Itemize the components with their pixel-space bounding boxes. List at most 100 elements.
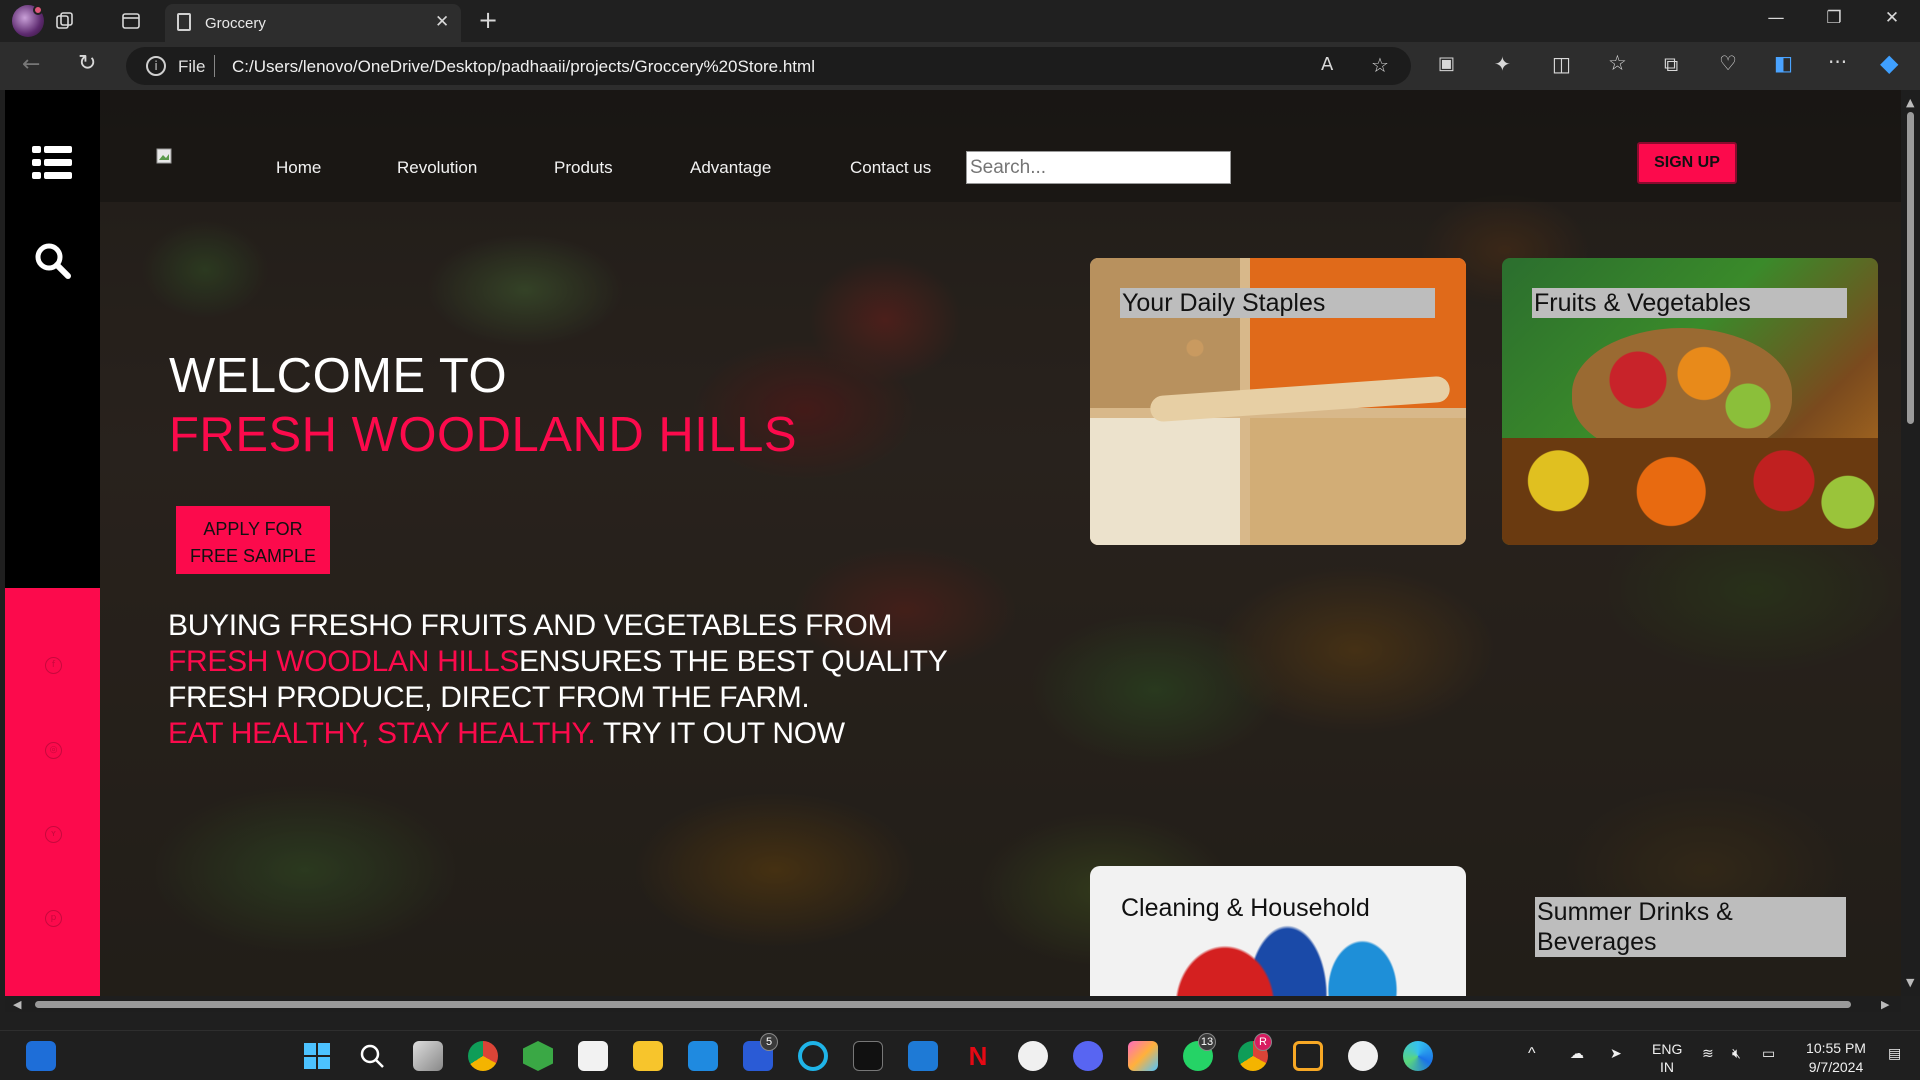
menu-list-icon[interactable] — [32, 146, 72, 179]
horizontal-scrollbar[interactable]: ◀ ▶ — [5, 996, 1901, 1012]
info-icon[interactable]: i — [146, 56, 166, 76]
location-icon[interactable]: ➤ — [1610, 1045, 1622, 1062]
read-aloud-icon[interactable]: A — [1321, 56, 1333, 74]
pinterest-icon[interactable]: p — [45, 910, 62, 927]
nav-products[interactable]: Produts — [554, 158, 613, 178]
vertical-tabs-icon[interactable] — [120, 10, 142, 32]
apply-line-2: FREE SAMPLE — [189, 546, 317, 566]
scroll-right-icon[interactable]: ▶ — [1881, 998, 1889, 1011]
notifications-icon[interactable]: ▤ — [1888, 1045, 1901, 1062]
signup-button[interactable]: SIGN UP — [1637, 142, 1737, 184]
taskbar-search-icon[interactable] — [357, 1041, 387, 1071]
broken-logo-image[interactable] — [156, 148, 172, 164]
horizontal-scroll-thumb[interactable] — [35, 1001, 1851, 1008]
store-icon[interactable] — [578, 1041, 608, 1071]
github-icon[interactable] — [1348, 1041, 1378, 1071]
fruit-pile-image — [1502, 438, 1878, 545]
lang-bottom[interactable]: IN — [1652, 1059, 1682, 1075]
vscode-icon[interactable] — [908, 1041, 938, 1071]
vertical-scrollbar[interactable]: ▲ ▼ — [1901, 90, 1920, 996]
search-icon[interactable] — [34, 242, 72, 280]
instagram-icon[interactable]: ◎ — [45, 742, 62, 759]
app-store-icon[interactable] — [1018, 1041, 1048, 1071]
extensions-icon[interactable]: ✦ — [1494, 54, 1511, 74]
workspaces-icon[interactable] — [54, 10, 76, 32]
windows-taskbar: 5 N 13 R ^ ☁ ➤ ENG IN ≋ 🔇︎ ▭ 10:55 PM 9/… — [0, 1030, 1920, 1080]
blurb-cta: TRY IT OUT NOW — [595, 717, 845, 750]
widgets-icon[interactable] — [26, 1041, 56, 1071]
task-view-icon[interactable] — [413, 1041, 443, 1071]
browser-essentials-icon[interactable]: ♡ — [1719, 53, 1737, 73]
hero-brand: FRESH WOODLAND HILLS — [169, 408, 798, 462]
blurb-line-4: EAT HEALTHY, STAY HEALTHY. TRY IT OUT NO… — [168, 716, 948, 752]
apply-line-1: APPLY FOR — [203, 519, 303, 539]
favorites-icon[interactable]: ☆ — [1608, 53, 1627, 74]
terminal-icon[interactable] — [853, 1041, 883, 1071]
drinks-label[interactable]: Summer Drinks & Beverages — [1535, 897, 1846, 957]
active-tab[interactable]: Groccery ✕ — [165, 4, 461, 42]
url-text[interactable]: C:/Users/lenovo/OneDrive/Desktop/padhaai… — [232, 57, 815, 77]
lang-top[interactable]: ENG — [1652, 1041, 1682, 1057]
category-card-staples[interactable]: Your Daily Staples — [1090, 258, 1466, 545]
category-card-fruits[interactable]: Fruits & Vegetables — [1502, 258, 1878, 545]
close-tab-icon[interactable]: ✕ — [435, 14, 449, 31]
nav-advantage[interactable]: Advantage — [690, 158, 771, 178]
battery-icon[interactable]: ▭ — [1762, 1045, 1775, 1062]
tab-title: Groccery — [205, 15, 266, 32]
favorite-star-icon[interactable]: ☆ — [1371, 55, 1389, 75]
copilot-taskbar-icon[interactable] — [1128, 1041, 1158, 1071]
hero-welcome: WELCOME TO — [169, 349, 508, 403]
edge-bar-icon[interactable]: ◧ — [1774, 53, 1793, 73]
social-sidebar: f ◎ ʏ p — [5, 588, 100, 996]
cortana-icon[interactable] — [798, 1041, 828, 1071]
clock-time[interactable]: 10:55 PM — [1796, 1040, 1876, 1056]
refresh-icon[interactable]: ↻ — [78, 53, 96, 75]
collections-icon[interactable]: ▣ — [1438, 55, 1455, 73]
netflix-icon[interactable]: N — [963, 1041, 993, 1071]
scroll-up-icon[interactable]: ▲ — [1906, 96, 1914, 109]
more-menu-icon[interactable]: ··· — [1828, 52, 1847, 72]
onedrive-icon[interactable]: ☁ — [1570, 1045, 1584, 1062]
hexagon-app-icon[interactable] — [523, 1041, 553, 1071]
discord-icon[interactable] — [1073, 1041, 1103, 1071]
apply-free-sample-button[interactable]: APPLY FOR FREE SAMPLE — [176, 506, 330, 574]
nav-revolution[interactable]: Revolution — [397, 158, 477, 178]
close-window-icon[interactable]: ✕ — [1872, 8, 1912, 34]
split-screen-icon[interactable]: ◫ — [1552, 54, 1571, 74]
file-explorer-icon[interactable] — [633, 1041, 663, 1071]
blurb-quality: ENSURES THE BEST QUALITY — [519, 645, 948, 678]
blurb-line-1: BUYING FRESHO FRUITS AND VEGETABLES FROM — [168, 609, 893, 642]
facebook-icon[interactable]: f — [45, 657, 62, 674]
start-icon[interactable] — [302, 1041, 332, 1071]
address-bar[interactable]: i File C:/Users/lenovo/OneDrive/Desktop/… — [126, 47, 1411, 85]
window-app-icon[interactable] — [1293, 1041, 1323, 1071]
back-icon[interactable]: ← — [22, 54, 40, 76]
restore-icon[interactable]: ❐ — [1814, 8, 1854, 34]
search-input[interactable] — [966, 151, 1231, 184]
volume-muted-icon[interactable]: 🔇︎ — [1732, 1045, 1741, 1062]
staples-label: Your Daily Staples — [1120, 288, 1435, 318]
tray-chevron-icon[interactable]: ^ — [1528, 1045, 1536, 1063]
category-card-cleaning[interactable]: Cleaning & Household — [1090, 866, 1466, 996]
clock-date[interactable]: 9/7/2024 — [1796, 1059, 1876, 1075]
chrome-profile-badge: R — [1254, 1033, 1272, 1051]
scroll-left-icon[interactable]: ◀ — [13, 998, 21, 1011]
vertical-scroll-thumb[interactable] — [1907, 112, 1914, 424]
minimize-icon[interactable]: — — [1756, 8, 1796, 34]
scroll-down-icon[interactable]: ▼ — [1906, 976, 1914, 989]
chrome-icon[interactable] — [468, 1041, 498, 1071]
nav-contact[interactable]: Contact us — [850, 158, 931, 178]
wifi-icon[interactable]: ≋ — [1702, 1045, 1714, 1062]
collections-add-icon[interactable]: ⧉ — [1664, 54, 1678, 74]
blurb-brand: FRESH WOODLAN HILLS — [168, 645, 520, 678]
edge-icon[interactable] — [1403, 1041, 1433, 1071]
new-tab-icon[interactable]: + — [478, 8, 498, 32]
copilot-icon[interactable]: ◆ — [1880, 51, 1898, 75]
whatsapp-badge: 13 — [1198, 1033, 1216, 1051]
blurb-line-2: FRESH WOODLAN HILLSENSURES THE BEST QUAL… — [168, 644, 948, 680]
nav-home[interactable]: Home — [276, 158, 321, 178]
twitter-icon[interactable]: ʏ — [45, 826, 62, 843]
mail-icon[interactable] — [688, 1041, 718, 1071]
sidebar — [5, 90, 100, 588]
staples-peas-image — [1250, 418, 1466, 545]
